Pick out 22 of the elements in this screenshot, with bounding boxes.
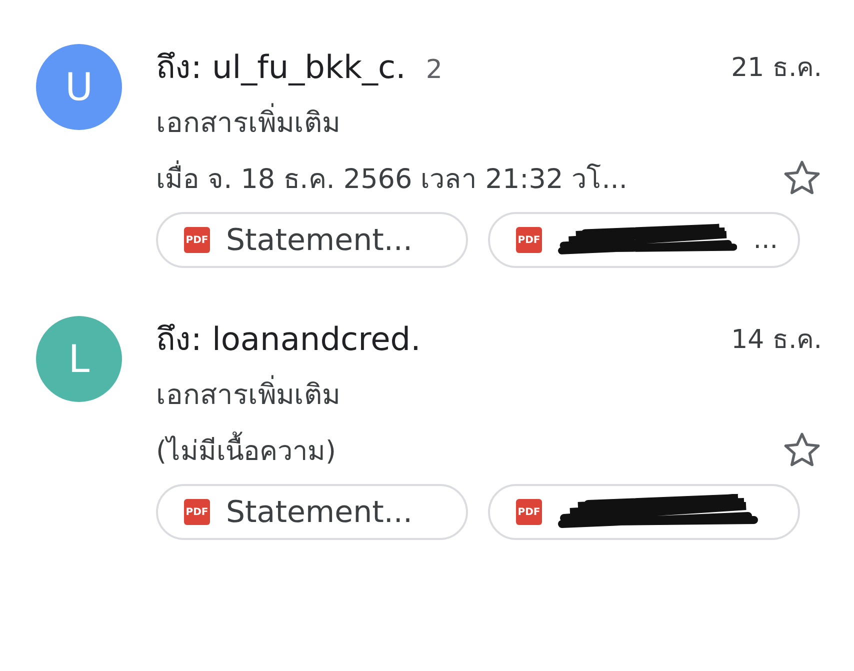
avatar: L bbox=[36, 316, 122, 402]
sender-name: ถึง: loanandcred. bbox=[156, 318, 421, 360]
attachment-name: Statement... bbox=[226, 222, 412, 258]
avatar: U bbox=[36, 44, 122, 130]
attachment-chip[interactable]: PDF bbox=[488, 484, 800, 540]
email-snippet: เมื่อ จ. 18 ธ.ค. 2566 เวลา 21:32 วโ... bbox=[156, 156, 628, 200]
email-date: 21 ธ.ค. bbox=[731, 52, 822, 84]
pdf-icon: PDF bbox=[516, 499, 542, 525]
email-snippet: (ไม่มีเนื้อความ) bbox=[156, 428, 336, 472]
attachment-name: Statement... bbox=[226, 494, 412, 530]
attachment-chip[interactable]: PDF Statement... bbox=[156, 484, 468, 540]
email-date: 14 ธ.ค. bbox=[731, 324, 822, 356]
pdf-icon: PDF bbox=[516, 227, 542, 253]
sender-name: ถึง: ul_fu_bkk_c. bbox=[156, 46, 406, 88]
pdf-icon: PDF bbox=[184, 227, 210, 253]
attachment-name: ... bbox=[753, 225, 778, 255]
email-subject: เอกสารเพิ่มเติม bbox=[156, 372, 340, 416]
message-count: 2 bbox=[426, 54, 442, 84]
attachment-chip[interactable]: PDF ... bbox=[488, 212, 800, 268]
email-subject: เอกสารเพิ่มเติม bbox=[156, 100, 340, 144]
pdf-icon: PDF bbox=[184, 499, 210, 525]
attachment-chip[interactable]: PDF Statement... bbox=[156, 212, 468, 268]
